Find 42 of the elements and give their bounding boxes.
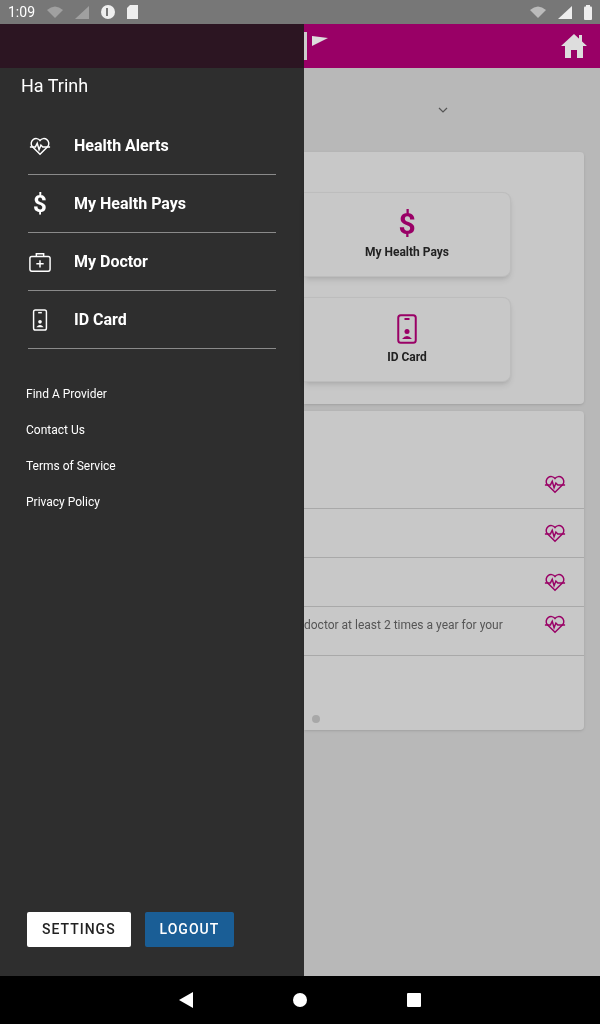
dollar-icon: $ bbox=[398, 208, 416, 239]
back-icon[interactable] bbox=[179, 992, 193, 1008]
drawer-menu-label: ID Card bbox=[74, 308, 127, 331]
signal-icon bbox=[558, 5, 572, 19]
drawer-link[interactable]: Privacy Policy bbox=[26, 492, 278, 513]
signal-icon bbox=[75, 5, 89, 19]
wifi-icon bbox=[47, 6, 63, 18]
flag-icon bbox=[304, 32, 328, 60]
heart-pulse-icon bbox=[544, 473, 566, 495]
drawer-link[interactable]: Find A Provider bbox=[26, 384, 278, 405]
heart-pulse-icon bbox=[544, 522, 566, 544]
drawer-link[interactable]: Terms of Service bbox=[26, 456, 278, 477]
home-circle-icon[interactable] bbox=[293, 993, 307, 1007]
home-icon bbox=[560, 32, 588, 60]
heart-pulse-icon bbox=[544, 613, 566, 635]
tile-label: ID Card bbox=[387, 348, 427, 366]
chevron-down-icon[interactable] bbox=[438, 107, 448, 113]
drawer-menu-label: My Health Pays bbox=[74, 192, 187, 215]
drawer-menu-item[interactable]: My Doctor bbox=[28, 233, 276, 291]
heart-pulse-icon bbox=[544, 571, 566, 593]
app-notification-icon bbox=[101, 5, 115, 19]
quick-link-tile[interactable]: ID Card bbox=[304, 297, 511, 382]
wifi-off-icon bbox=[530, 6, 546, 18]
home-button[interactable] bbox=[560, 32, 588, 60]
drawer-menu-item[interactable]: Health Alerts bbox=[28, 117, 276, 175]
drawer-menu-item[interactable]: $ My Health Pays bbox=[28, 175, 276, 233]
drawer-menu-item[interactable]: ID Card bbox=[28, 291, 276, 349]
dollar-icon: $ bbox=[29, 185, 47, 222]
battery-icon bbox=[584, 4, 592, 20]
drawer-link[interactable]: Contact Us bbox=[26, 420, 278, 441]
alert-row[interactable]: doctor at least 2 times a year for your bbox=[304, 607, 584, 656]
user-name: Ha Trinh bbox=[21, 74, 90, 98]
sd-card-icon bbox=[127, 5, 138, 19]
logout-button[interactable]: LOGOUT bbox=[144, 912, 235, 947]
drawer-menu-label: My Doctor bbox=[74, 250, 148, 273]
status-time: 1:09 bbox=[8, 2, 35, 22]
alert-text: doctor at least 2 times a year for your bbox=[304, 618, 503, 632]
medical-bag-icon bbox=[29, 250, 51, 273]
quick-link-tile[interactable]: $ My Health Pays bbox=[304, 192, 511, 277]
drawer-menu-label: Health Alerts bbox=[74, 134, 169, 157]
tile-label: My Health Pays bbox=[364, 243, 450, 261]
settings-button[interactable]: SETTINGS bbox=[27, 912, 131, 947]
